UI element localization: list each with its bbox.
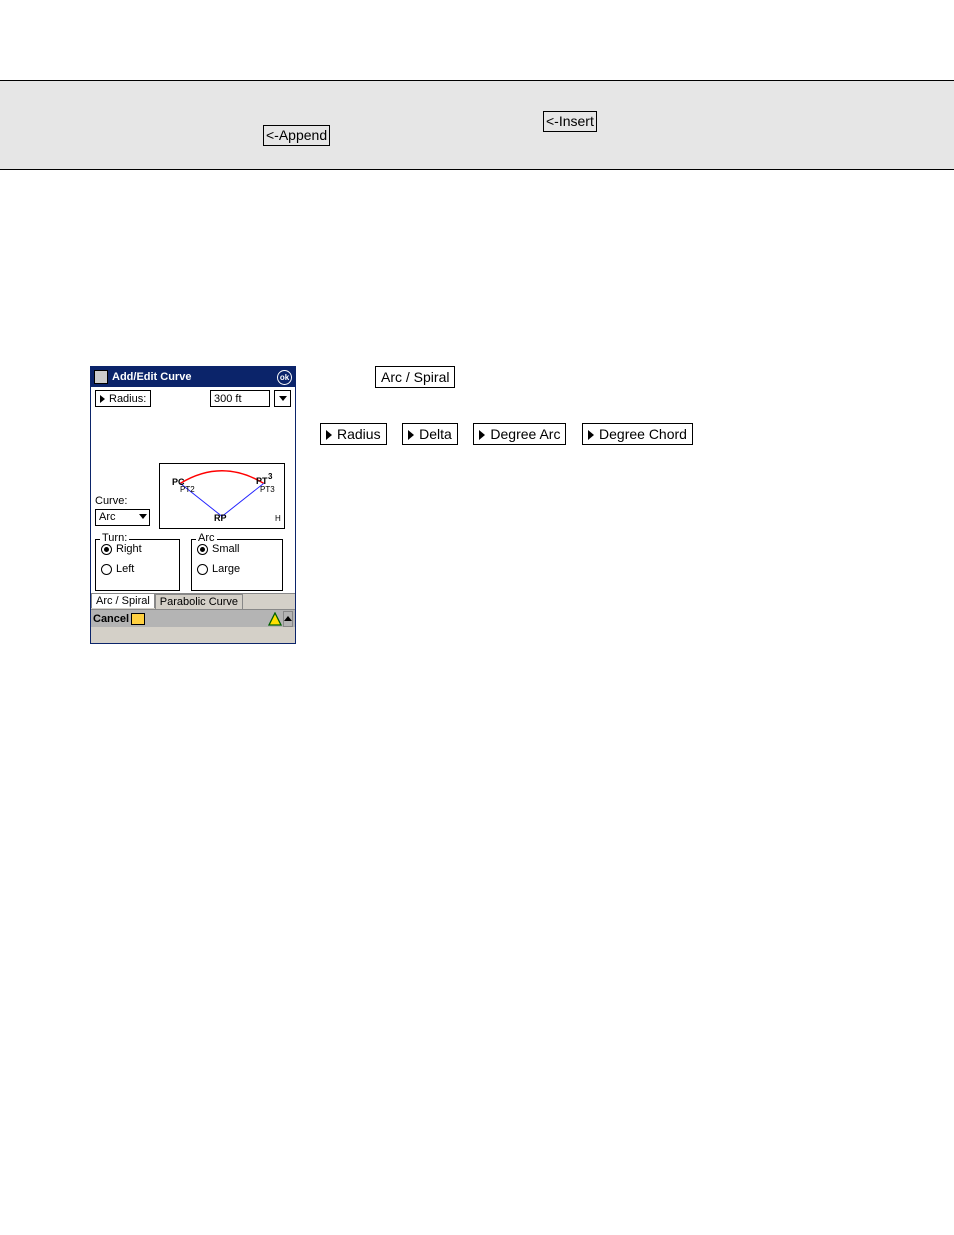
unit-dropdown[interactable] bbox=[274, 390, 291, 407]
radius-input[interactable] bbox=[210, 390, 270, 407]
turn-left-label: Left bbox=[116, 563, 134, 575]
radio-unchecked-icon bbox=[101, 564, 112, 575]
description-band: <-Insert <-Append bbox=[0, 80, 954, 170]
bottom-bar: Cancel bbox=[91, 609, 295, 627]
turn-legend: Turn: bbox=[100, 532, 129, 544]
cancel-button[interactable]: Cancel bbox=[93, 613, 129, 625]
ok-button[interactable]: ok bbox=[277, 370, 292, 385]
pt2-label: PT2 bbox=[180, 485, 195, 494]
turn-left-radio[interactable]: Left bbox=[101, 563, 174, 575]
pt3-label: PT3 bbox=[260, 485, 275, 494]
arc-small-label: Small bbox=[212, 543, 240, 555]
turn-groupbox: Turn: Right Left bbox=[95, 539, 180, 591]
chevron-down-icon bbox=[136, 510, 149, 523]
dialog-title: Add/Edit Curve bbox=[112, 371, 277, 383]
rp-label: RP bbox=[214, 513, 227, 523]
h-label: H bbox=[275, 514, 281, 523]
append-button-label: <-Append bbox=[263, 125, 330, 146]
radio-unchecked-icon bbox=[197, 564, 208, 575]
tab-parabolic-curve[interactable]: Parabolic Curve bbox=[155, 594, 243, 609]
radius-option: Radius bbox=[320, 423, 387, 445]
keyboard-icon[interactable] bbox=[131, 613, 145, 625]
dialog-body: Radius: Curve: Arc bbox=[91, 387, 295, 609]
arc-spiral-callout: Arc / Spiral bbox=[375, 366, 455, 388]
curve-select[interactable]: Arc bbox=[95, 509, 150, 526]
delta-option: Delta bbox=[402, 423, 458, 445]
degree-arc-option: Degree Arc bbox=[473, 423, 566, 445]
arc-small-radio[interactable]: Small bbox=[197, 543, 277, 555]
degree-chord-option: Degree Chord bbox=[582, 423, 693, 445]
warning-icon[interactable] bbox=[268, 612, 282, 626]
curve-label: Curve: bbox=[95, 495, 127, 507]
tab-arc-spiral[interactable]: Arc / Spiral bbox=[91, 593, 155, 608]
arc-groupbox: Arc Small Large bbox=[191, 539, 283, 591]
param-legend-row: Radius Delta Degree Arc Degree Chord bbox=[320, 423, 693, 445]
radio-checked-icon bbox=[101, 544, 112, 555]
curve-preview: PC PT2 PT 3 PT3 RP H bbox=[159, 463, 285, 529]
tab-strip: Arc / Spiral Parabolic Curve bbox=[91, 593, 295, 609]
chevron-up-icon[interactable] bbox=[283, 611, 293, 627]
arc-spiral-label: Arc / Spiral bbox=[375, 366, 455, 388]
three-label: 3 bbox=[268, 472, 272, 481]
arc-legend: Arc bbox=[196, 532, 217, 544]
title-bar: Add/Edit Curve ok bbox=[91, 367, 295, 387]
add-edit-curve-dialog: Add/Edit Curve ok Radius: Curve: Arc bbox=[90, 366, 296, 644]
insert-button-label: <-Insert bbox=[543, 111, 597, 132]
radius-param-button[interactable]: Radius: bbox=[95, 390, 151, 407]
arc-large-radio[interactable]: Large bbox=[197, 563, 277, 575]
radio-checked-icon bbox=[197, 544, 208, 555]
turn-right-radio[interactable]: Right bbox=[101, 543, 174, 555]
app-icon bbox=[94, 370, 108, 384]
arc-large-label: Large bbox=[212, 563, 240, 575]
turn-right-label: Right bbox=[116, 543, 142, 555]
